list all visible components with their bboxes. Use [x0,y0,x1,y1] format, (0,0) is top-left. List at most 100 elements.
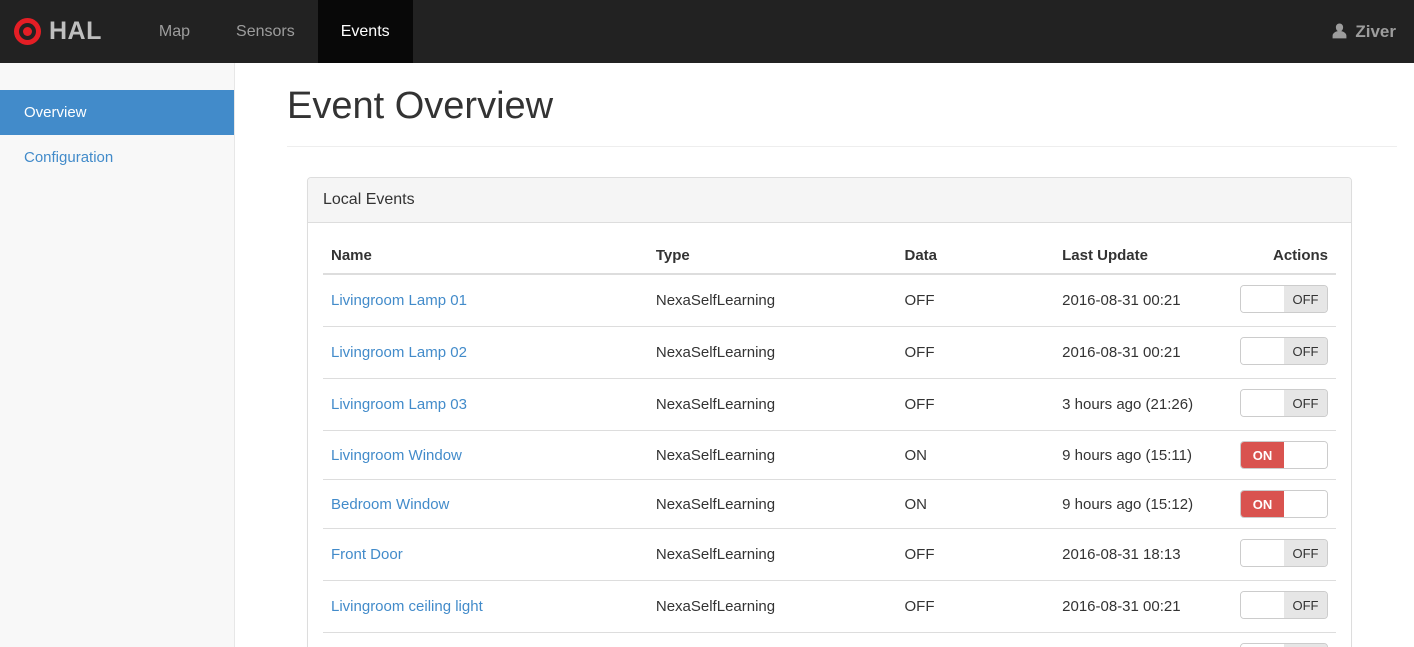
toggle-state-label: ON [1241,491,1284,517]
brand-name: HAL [49,17,102,45]
cell-last-update: 3 hours ago (21:26) [1054,378,1232,431]
cell-last-update: 2016-08-31 18:13 [1054,528,1232,581]
sidebar-item-overview[interactable]: Overview [0,90,234,135]
cell-data: ON [896,479,1055,529]
cell-name: Livingroom Lamp 03 [323,378,648,431]
user-name: Ziver [1355,21,1396,41]
cell-name: Livingroom Lamp 02 [323,326,648,379]
column-header-data: Data [896,238,1055,275]
device-link[interactable]: Livingroom Lamp 01 [331,292,467,309]
sidebar-item-configuration[interactable]: Configuration [0,135,234,180]
cell-actions: OFF [1232,632,1336,647]
toggle-state-label: OFF [1284,338,1327,364]
cell-type: NexaSelfLearning [647,430,897,480]
cell-data: OFF [904,292,935,309]
table-row: Front Door NexaSelfLearning OFF 2016-08-31 … [323,528,1336,581]
cell-data: OFF [896,378,1055,431]
cell-last-update: 2016-08-31 00:21 [1054,580,1232,633]
cell-name: Diningroom ceiling light [323,632,648,647]
table-row: Diningroom ceiling lightNexaSelfLearning… [323,632,1336,647]
user-icon [1331,23,1348,40]
toggle-handle [1241,286,1284,312]
nav-item-events[interactable]: Events [317,0,413,63]
device-link[interactable]: Front Door [331,546,403,563]
table-row: Livingroom Lamp 01 NexaSelfLearning OFF 201… [323,274,1336,327]
cell-name: Livingroom Window [323,430,648,480]
table-row: Livingroom ceiling light NexaSelfLearning… [323,580,1336,633]
table-row: Livingroom Lamp 03 NexaSelfLearning OFF 3 h… [323,378,1336,431]
toggle-handle [1284,442,1327,468]
toggle-switch[interactable]: OFF [1240,643,1328,647]
cell-name: Livingroom ceiling light [323,580,648,633]
cell-name: Livingroom Lamp 01 [323,274,648,327]
device-link[interactable]: Livingroom Lamp 02 [331,344,467,361]
cell-data: OFF [896,632,1055,647]
cell-last-update: 9 hours ago (15:12) [1054,479,1232,529]
cell-type: NexaSelfLearning [647,326,897,379]
cell-last-update: 2016-08-31 00:21 [1054,632,1232,647]
column-header-actions: Actions [1232,238,1336,275]
toggle-switch[interactable]: OFF [1240,285,1328,313]
toggle-handle [1284,491,1327,517]
table-header-row: Name Type Data Last Update Actions [323,238,1336,275]
table-row: Livingroom Lamp 02 NexaSelfLearning OFF 201… [323,326,1336,379]
table-body: Livingroom Lamp 01 NexaSelfLearning OFF 201… [323,274,1336,647]
main-content: Event Overview Local Events Name Type Data… [235,63,1414,647]
device-link[interactable]: Bedroom Window [331,496,449,513]
cell-actions: OFF [1232,326,1336,379]
panel-title: Local Events [308,178,1351,223]
cell-actions: OFF [1232,378,1336,431]
toggle-handle [1241,338,1284,364]
cell-actions: OFF [1232,528,1336,581]
cell-data: ON [896,430,1055,480]
cell-last-update: 2016-08-31 00:21 [1062,292,1181,309]
cell-type: NexaSelfLearning [655,292,776,309]
brand[interactable]: HAL [0,0,120,63]
sidebar: Overview Configuration [0,63,235,647]
cell-last-update: 9 hours ago (15:11) [1054,430,1232,480]
column-header-name: Name [323,238,648,275]
top-navbar: HAL Map Sensors Events Ziver [0,0,1414,63]
cell-type: NexaSelfLearning [647,632,897,647]
user-menu[interactable]: Ziver [1331,22,1396,42]
cell-type: NexaSelfLearning [647,479,897,529]
cell-actions: OFF [1232,274,1336,327]
device-link[interactable]: Livingroom Window [331,447,462,464]
table-row: Livingroom Window NexaSelfLearning ON 9 hou… [323,430,1336,480]
table-row: Bedroom Window NexaSelfLearning ON 9 hours … [323,479,1336,529]
toggle-switch[interactable]: ON [1240,441,1328,469]
nav-item-map[interactable]: Map [136,0,213,63]
toggle-state-label: ON [1241,442,1284,468]
toggle-handle [1241,390,1284,416]
toggle-handle [1241,592,1284,618]
toggle-state-label: OFF [1284,540,1327,566]
toggle-handle [1241,540,1284,566]
toggle-switch[interactable]: OFF [1240,389,1328,417]
cell-data: OFF [896,528,1055,581]
cell-type: NexaSelfLearning [647,378,897,431]
device-link[interactable]: Livingroom Lamp 03 [331,396,467,413]
column-header-type: Type [647,238,897,275]
cell-type: NexaSelfLearning [647,580,897,633]
navbar-links: Map Sensors Events [136,0,413,63]
toggle-switch[interactable]: ON [1240,490,1328,518]
cell-last-update: 2016-08-31 00:21 [1054,326,1232,379]
cell-data: OFF [896,580,1055,633]
events-table: Name Type Data Last Update Actions Livingroo… [323,238,1336,647]
device-link[interactable]: Livingroom ceiling light [331,598,483,615]
navbar-right: Ziver [1331,0,1414,63]
column-header-last-update: Last Update [1054,238,1232,275]
toggle-state-label: OFF [1284,592,1327,618]
cell-actions: ON [1232,479,1336,529]
toggle-switch[interactable]: OFF [1240,591,1328,619]
nav-item-sensors[interactable]: Sensors [213,0,318,63]
page-title: Event Overview [287,85,1397,147]
toggle-switch[interactable]: OFF [1240,539,1328,567]
toggle-state-label: OFF [1284,390,1327,416]
hal-logo-icon [14,18,41,45]
cell-actions: ON [1232,430,1336,480]
cell-name: Bedroom Window [323,479,648,529]
cell-type: NexaSelfLearning [647,528,897,581]
toggle-switch[interactable]: OFF [1240,337,1328,365]
local-events-panel: Local Events Name Type Data Last Update Acti… [307,177,1352,647]
